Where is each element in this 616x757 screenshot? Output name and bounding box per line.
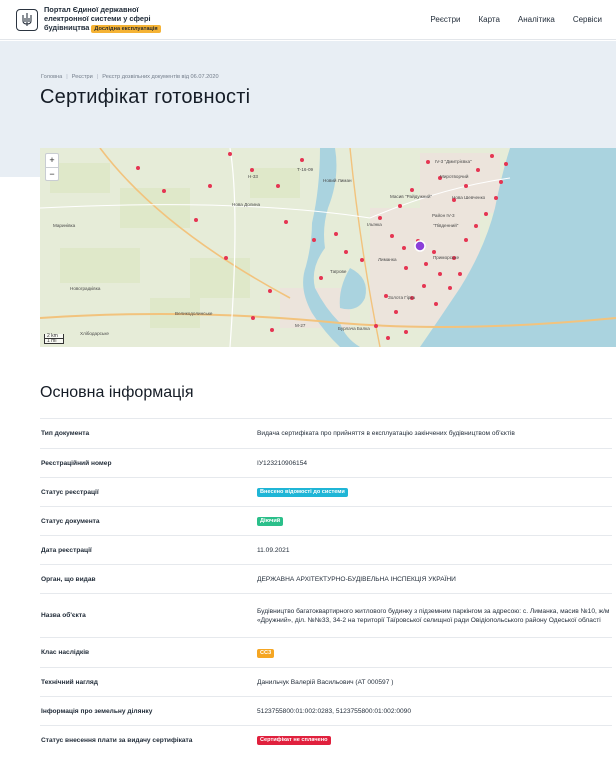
portal-name: Портал Єдиної державної електронної сист… [44, 6, 161, 33]
info-value: СС3 [257, 648, 612, 658]
location-map[interactable]: Т-16-09 Н-33 Нова Долина Маринівка Новог… [40, 148, 616, 347]
info-value: Внесено відомості до системи [257, 487, 612, 497]
zoom-in-button[interactable]: + [46, 154, 58, 167]
nav-analytics[interactable]: Аналітика [518, 15, 555, 24]
map-label: Ільїнка [367, 222, 382, 227]
info-value: Будівництво багатоквартирного житлового … [257, 607, 610, 624]
info-row: Тип документа Видача сертифіката про прий… [40, 418, 612, 448]
info-value: ІУ123210906154 [257, 459, 308, 467]
info-row: Статус внесення плати за видачу сертифік… [40, 725, 612, 754]
nav-map[interactable]: Карта [479, 15, 500, 24]
info-row: Назва об'єкта Будівництво багатоквартирно… [40, 593, 612, 637]
info-label: Статус документа [41, 517, 100, 525]
map-label: Н-33 [248, 174, 258, 179]
map-label: "Південний" [433, 222, 459, 228]
info-value: ДЕРЖАВНА АРХІТЕКТУРНО-БУДІВЕЛЬНА ІНСПЕКЦ… [257, 575, 456, 583]
map-label: Миротворчий [440, 173, 469, 179]
beta-badge: Дослідна експлуатація [91, 24, 161, 33]
map-label: Нова Шевченко [452, 195, 486, 200]
info-label: Тип документа [41, 430, 90, 437]
main-nav: Реєстри Карта Аналітика Сервіси [430, 15, 602, 24]
status-badge: Внесено відомості до системи [257, 488, 348, 497]
trident-icon [16, 8, 38, 31]
info-value: Данильчук Валерій Васильович (АТ 000597 … [257, 678, 394, 686]
map-label: Район IV-3 [432, 212, 455, 218]
status-badge: СС3 [257, 648, 275, 658]
zoom-out-button[interactable]: − [46, 167, 58, 180]
map-label: IV-3 "Дмитрієвка" [435, 159, 472, 164]
info-label: Статус внесення плати за видачу сертифік… [41, 736, 193, 744]
info-row: Інформація про земельну ділянку 512375580… [40, 696, 612, 725]
map-label: Маринівка [53, 223, 76, 228]
map-label: Лиманка [378, 257, 397, 262]
nav-registries[interactable]: Реєстри [430, 15, 460, 24]
map-label: Хлібодарське [80, 331, 109, 336]
map-label: Приморське [433, 255, 459, 260]
status-badge: Діючий [257, 517, 284, 526]
info-value: Видача сертифіката про прийняття в експл… [257, 430, 515, 437]
map-label: Масив "Райдужний" [390, 193, 432, 199]
portal-name-line3: будівництва [44, 22, 90, 32]
map-label: Золота Гірка [388, 295, 415, 300]
breadcrumb-separator: | [66, 74, 68, 80]
info-label: Статус реєстрації [41, 488, 99, 496]
info-row: Дата реєстрації 11.09.2021 [40, 535, 612, 564]
info-row: Статус реєстрації Внесено відомості до си… [40, 477, 612, 506]
map-label: Великодолинське [175, 311, 213, 316]
breadcrumb-home[interactable]: Головна [41, 74, 62, 80]
map-label: М-27 [295, 323, 306, 328]
map-label: Таїрове [330, 269, 347, 274]
info-table: Тип документа Видача сертифіката про прий… [40, 418, 612, 754]
info-label: Дата реєстрації [41, 546, 92, 554]
status-badge: Сертифікат не сплачено [257, 736, 331, 745]
breadcrumb-current: Реєстр дозвільних документів від 06.07.2… [102, 74, 219, 80]
info-row: Технічний нагляд Данильчук Валерій Василь… [40, 667, 612, 696]
map-zoom-control: + − [45, 153, 59, 181]
scale-mi: 1 mi [44, 339, 64, 344]
breadcrumb: Головна | Реєстри | Реєстр дозвільних до… [41, 74, 219, 80]
portal-logo[interactable]: Портал Єдиної державної електронної сист… [16, 6, 161, 33]
map-label: Новоградківка [70, 286, 101, 291]
map-scale: 2 km 1 mi [44, 334, 64, 344]
map-label: Нова Долина [232, 202, 260, 207]
info-value: Сертифікат не сплачено [257, 735, 612, 745]
page-title: Сертифікат готовності [40, 86, 251, 108]
info-row: Орган, що видав ДЕРЖАВНА АРХІТЕКТУРНО-БУД… [40, 564, 612, 593]
info-label: Реєстраційний номер [41, 459, 112, 467]
info-row: Статус документа Діючий [40, 506, 612, 535]
info-value: 5123755800:01:002:0283, 5123755800:01:00… [257, 707, 412, 715]
info-row: Реєстраційний номер ІУ123210906154 [40, 448, 612, 477]
info-value: 11.09.2021 [257, 546, 290, 554]
info-value: Діючий [257, 516, 612, 526]
info-label: Технічний нагляд [41, 678, 98, 686]
map-canvas: Т-16-09 Н-33 Нова Долина Маринівка Новог… [40, 148, 616, 347]
site-header: Портал Єдиної державної електронної сист… [0, 0, 616, 40]
info-row: Клас наслідків СС3 [40, 637, 612, 667]
breadcrumb-registries[interactable]: Реєстри [72, 74, 93, 80]
info-label: Клас наслідків [41, 649, 90, 656]
info-label: Орган, що видав [41, 575, 96, 583]
section-title: Основна інформація [40, 384, 194, 401]
map-label: Бурлача Балка [338, 326, 370, 331]
nav-services[interactable]: Сервіси [573, 15, 602, 24]
breadcrumb-separator: | [96, 74, 99, 80]
map-label: Новий Лиман [323, 177, 352, 183]
info-label: Назва об'єкта [41, 612, 86, 619]
info-label: Інформація про земельну ділянку [41, 707, 153, 715]
selected-location-pin [414, 240, 426, 252]
map-label: Т-16-09 [297, 167, 314, 172]
